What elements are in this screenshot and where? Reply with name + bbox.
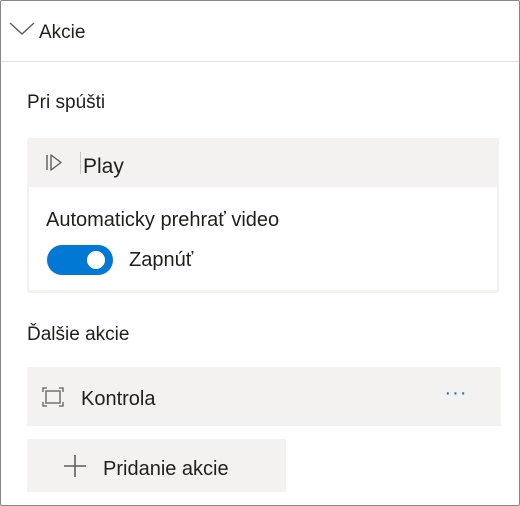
- toggle-knob: [87, 251, 105, 269]
- actions-header[interactable]: Akcie: [1, 1, 519, 62]
- add-action-button[interactable]: Pridanie akcie: [27, 439, 286, 492]
- text-cursor-divider: [80, 152, 81, 174]
- actions-title: Akcie: [39, 22, 86, 43]
- list-item-kontrola[interactable]: Kontrola ···: [27, 367, 501, 426]
- play-action-settings: Automaticky prehrať video Zapnúť: [29, 187, 497, 290]
- fullscreen-control-icon: [42, 387, 64, 407]
- plus-icon: [64, 455, 86, 477]
- chevron-down-icon: [9, 22, 35, 35]
- kontrola-label: Kontrola: [81, 388, 156, 410]
- on-start-section-label: Pri spúšti: [27, 92, 106, 113]
- more-actions-section-label: Ďalšie akcie: [27, 324, 130, 345]
- autoplay-toggle[interactable]: [47, 245, 113, 275]
- actions-panel: Akcie Pri spúšti Play Automaticky prehra…: [0, 0, 520, 506]
- on-start-action-card: Play Automaticky prehrať video Zapnúť: [27, 138, 499, 293]
- add-action-label: Pridanie akcie: [103, 458, 229, 480]
- play-icon: [46, 154, 62, 171]
- autoplay-label: Automaticky prehrať video: [46, 209, 280, 231]
- more-options-button[interactable]: ···: [439, 383, 473, 409]
- play-action-header[interactable]: Play: [27, 138, 499, 187]
- autoplay-toggle-text: Zapnúť: [129, 249, 194, 271]
- play-action-name: Play: [83, 155, 124, 178]
